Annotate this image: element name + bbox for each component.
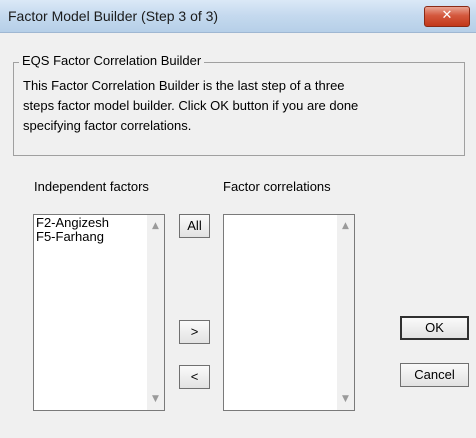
- vertical-scrollbar[interactable]: ▲ ▼: [147, 215, 164, 410]
- window-title: Factor Model Builder (Step 3 of 3): [8, 8, 219, 24]
- instructions-line: This Factor Correlation Builder is the l…: [23, 78, 345, 93]
- cancel-button[interactable]: Cancel: [400, 363, 469, 387]
- all-button-label: All: [187, 218, 202, 233]
- title-bar[interactable]: Factor Model Builder (Step 3 of 3) ✕: [0, 0, 476, 33]
- add-button-label: >: [190, 324, 199, 339]
- independent-factors-label: Independent factors: [34, 179, 149, 194]
- independent-factors-list[interactable]: F2-Angizesh F5-Farhang ▲ ▼: [33, 214, 165, 411]
- scroll-down-arrow-icon[interactable]: ▼: [147, 394, 164, 404]
- all-button[interactable]: All: [179, 214, 210, 238]
- cancel-button-label: Cancel: [414, 367, 455, 382]
- ok-button-label: OK: [425, 320, 444, 335]
- instructions-text: This Factor Correlation Builder is the l…: [23, 76, 453, 136]
- close-icon: ✕: [441, 8, 453, 23]
- remove-button[interactable]: <: [179, 365, 210, 389]
- dialog-window: Factor Model Builder (Step 3 of 3) ✕ EQS…: [0, 0, 476, 438]
- scroll-up-arrow-icon[interactable]: ▲: [147, 221, 164, 231]
- instructions-line: steps factor model builder. Click OK but…: [23, 98, 359, 113]
- close-button[interactable]: ✕: [424, 6, 470, 27]
- list-item[interactable]: F5-Farhang: [34, 230, 164, 244]
- ok-button[interactable]: OK: [400, 316, 469, 340]
- list-item[interactable]: F2-Angizesh: [34, 216, 164, 230]
- groupbox-title: EQS Factor Correlation Builder: [19, 53, 205, 68]
- factor-correlations-list[interactable]: ▲ ▼: [223, 214, 355, 411]
- scroll-down-arrow-icon[interactable]: ▼: [337, 394, 354, 404]
- scroll-up-arrow-icon[interactable]: ▲: [337, 221, 354, 231]
- remove-button-label: <: [190, 369, 199, 384]
- factor-correlations-label: Factor correlations: [223, 179, 331, 194]
- add-button[interactable]: >: [179, 320, 210, 344]
- instructions-line: specifying factor correlations.: [23, 118, 192, 133]
- vertical-scrollbar[interactable]: ▲ ▼: [337, 215, 354, 410]
